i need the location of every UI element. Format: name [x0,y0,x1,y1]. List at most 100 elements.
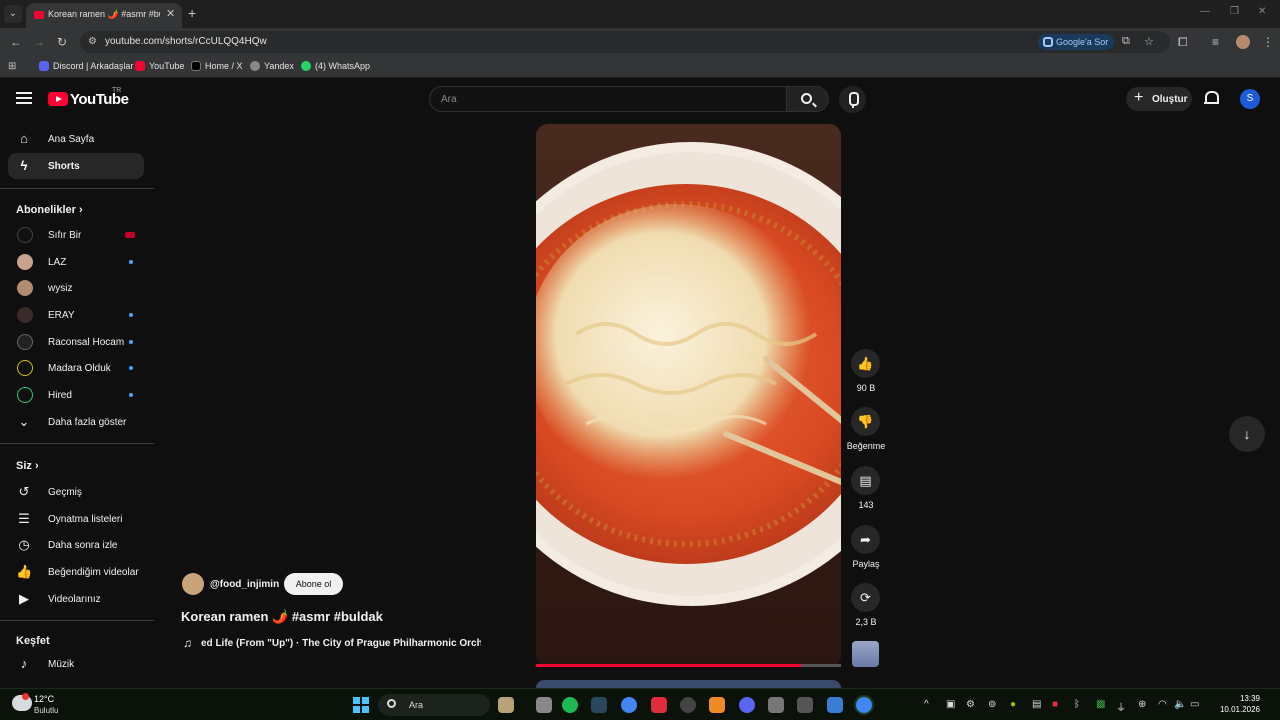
subscriptions-heading[interactable]: Abonelikler › [16,204,83,216]
steam-icon[interactable] [591,697,607,713]
bookmark-x[interactable]: Home / X [191,61,243,71]
chrome-icon[interactable] [621,697,637,713]
new-content-dot-icon [129,393,133,397]
tab-close-icon[interactable]: ✕ [166,7,175,20]
discord-icon[interactable] [739,697,755,713]
dislike-button[interactable]: 👎 [851,407,880,436]
back-icon[interactable]: ← [10,35,22,49]
show-more-button[interactable]: ⌄ Daha fazla göster [8,409,144,435]
reload-icon[interactable]: ↻ [57,35,67,49]
minimize-icon[interactable]: — [1200,6,1210,17]
subscription-item[interactable]: Raconsal Hocam [8,329,144,355]
bookmark-discord[interactable]: Discord | Arkadaşlar [39,61,133,71]
usb-icon[interactable]: ⏚ [1116,699,1126,714]
app-icon[interactable] [680,697,696,713]
shorts-video-player[interactable] [536,124,841,667]
sidebar-item-watch-later[interactable]: ◷ Daha sonra izle [8,532,144,558]
settings-icon[interactable] [797,697,813,713]
notifications-bell-icon[interactable] [1204,91,1219,106]
create-button[interactable]: + Oluştur [1126,87,1192,111]
remix-button[interactable]: ⟳ [851,583,880,612]
weather-cloud-icon[interactable] [12,693,32,711]
playlist-icon: ☰ [18,511,30,526]
wifi-icon[interactable]: ◠ [1158,699,1167,710]
subscribe-button[interactable]: Abone ol [284,573,343,595]
system-clock[interactable]: 13:39 10.01.2026 [1210,693,1260,715]
create-label: Oluştur [1152,94,1188,105]
task-view-icon[interactable] [536,697,552,713]
subscription-item[interactable]: Hired [8,382,144,408]
chrome-active-icon[interactable] [856,697,872,713]
start-windows-icon[interactable] [353,697,369,713]
sidebar-item-liked-videos[interactable]: 👍 Beğendiğim videolar [8,559,144,585]
url-text[interactable]: youtube.com/shorts/rCcULQQ4HQw [105,36,267,47]
music-track[interactable]: ed Life (From "Up") · The City of Prague… [201,638,481,649]
browser-tab[interactable]: Korean ramen 🌶️ #asmr #buldak ✕ [26,3,182,28]
history-icon: ↺ [18,484,30,499]
tray-app-icon[interactable]: ■ [1052,699,1058,710]
tab-search-button[interactable]: ⌄ [4,5,22,23]
video-progress-bar[interactable] [536,664,841,667]
search-button[interactable] [787,86,829,112]
new-tab-icon[interactable]: + [188,5,196,21]
bookmark-yandex[interactable]: Yandex [250,61,294,71]
restore-icon[interactable]: ❐ [1230,6,1239,17]
guide-menu-icon[interactable] [16,92,32,106]
forward-icon[interactable]: → [33,35,45,49]
like-button[interactable]: 👍 [851,349,880,378]
spotify-icon[interactable] [562,697,578,713]
google-ask-button[interactable]: Google'a Sor [1038,34,1114,50]
sidebar-item-history[interactable]: ↺ Geçmiş [8,479,144,505]
bookmark-whatsapp[interactable]: (4) WhatsApp [301,61,370,71]
sidebar-item-home[interactable]: ⌂ Ana Sayfa [8,126,144,152]
sidebar-item-your-videos[interactable]: ▶ Videolarınız [8,586,144,612]
battery-icon[interactable]: ▭ [1190,699,1199,710]
sound-thumbnail[interactable] [852,641,879,667]
apps-grid-icon[interactable]: ⊞ [8,61,16,72]
next-short-button[interactable]: ↓ [1229,416,1265,452]
voice-search-icon[interactable] [839,86,866,113]
app-icon[interactable] [651,697,667,713]
bookmark-youtube[interactable]: YouTube [135,61,184,71]
bookmark-star-icon[interactable]: ☆ [1144,35,1154,48]
app-icon[interactable] [827,697,843,713]
share-button[interactable]: ➦ [851,525,880,554]
app-icon[interactable] [768,697,784,713]
subscription-item[interactable]: wysiz [8,275,144,301]
app-icon[interactable] [709,697,725,713]
subscription-item[interactable]: Sıfır Bir [8,222,144,248]
tray-app-icon[interactable]: ▣ [946,699,955,710]
tray-app-icon[interactable]: ▤ [1032,699,1041,710]
you-heading[interactable]: Siz › [16,460,39,472]
tray-overflow-icon[interactable]: ^ [924,699,929,710]
tray-app-icon[interactable]: ⚙ [966,699,975,710]
sidebar-item-music[interactable]: ♪ Müzik [8,651,144,677]
search-input[interactable]: Ara [429,86,787,112]
sidebar-divider [0,443,154,444]
search-highlight-icon[interactable] [498,697,514,713]
account-avatar[interactable]: S [1240,89,1260,109]
cast-icon[interactable]: ⧉ [1122,35,1130,48]
close-window-icon[interactable]: ✕ [1258,6,1266,17]
subscription-item[interactable]: Madara Olduk [8,355,144,381]
sidebar-item-playlists[interactable]: ☰ Oynatma listeleri [8,506,144,532]
subscription-item[interactable]: LAZ [8,249,144,275]
sidebar-item-shorts[interactable]: ϟ Shorts [8,153,144,179]
site-info-icon[interactable]: ⚙ [88,36,97,47]
subscription-item[interactable]: ERAY [8,302,144,328]
extensions-icon[interactable]: ⧠ [1178,35,1188,50]
channel-handle[interactable]: @food_injimin [210,579,279,590]
media-controls-icon[interactable]: ≡ [1212,35,1219,49]
browser-menu-icon[interactable]: ⋮ [1262,35,1274,49]
tray-app-icon[interactable]: ⊕ [1138,699,1146,710]
tray-app-icon[interactable]: ▩ [1096,699,1105,710]
omnibox[interactable]: ⚙ youtube.com/shorts/rCcULQQ4HQw Google'… [80,31,1170,53]
bluetooth-icon[interactable]: ᛒ [1074,699,1080,710]
channel-avatar[interactable] [182,573,204,595]
profile-avatar[interactable] [1236,35,1250,49]
volume-icon[interactable]: 🔈 [1174,699,1186,710]
taskbar-search[interactable]: Ara [378,694,490,716]
comments-button[interactable]: ▤ [851,466,880,495]
tray-app-icon[interactable]: ● [1010,699,1016,710]
tray-app-icon[interactable]: ⊚ [988,699,996,710]
